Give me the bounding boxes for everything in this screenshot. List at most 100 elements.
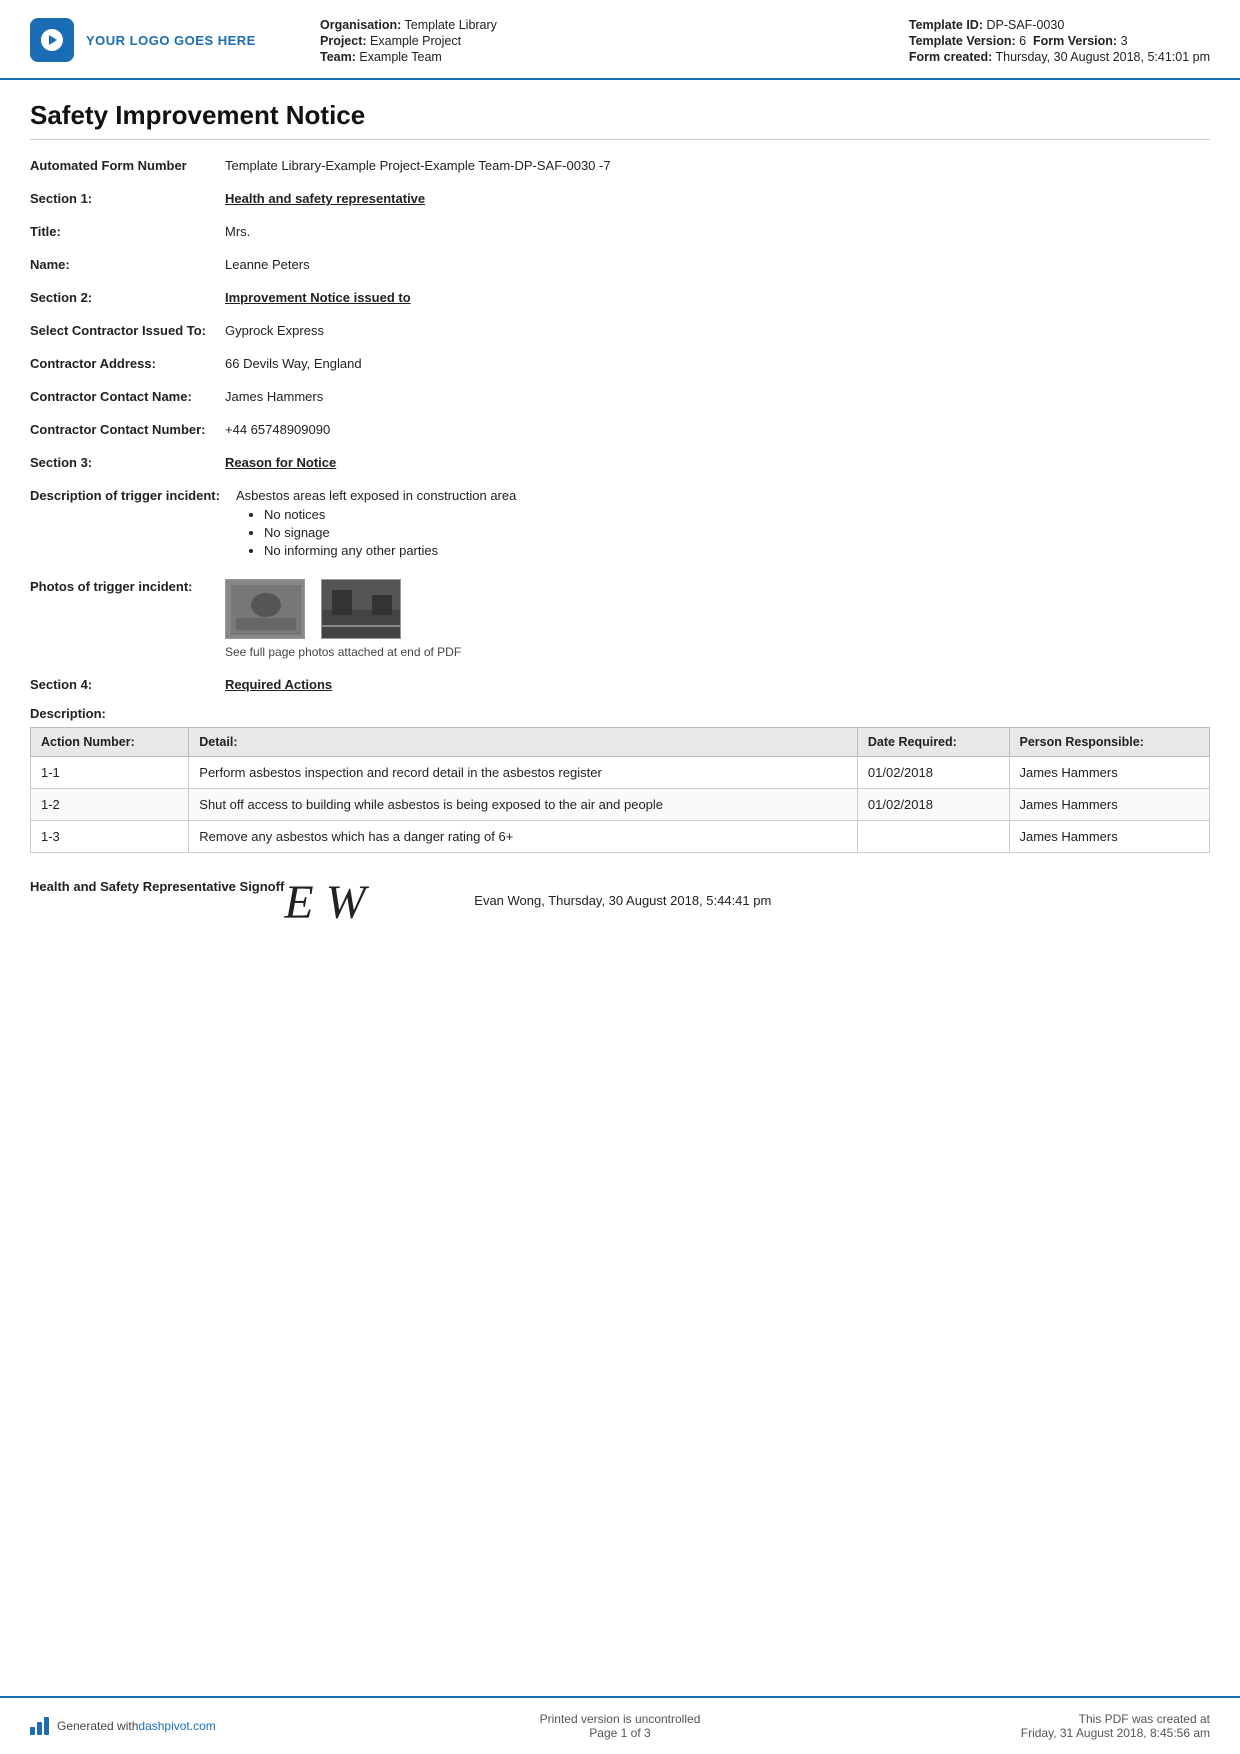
section3-label: Section 3: (30, 455, 225, 470)
description-value: Asbestos areas left exposed in construct… (236, 488, 516, 503)
header-meta: Organisation: Template Library Project: … (300, 18, 909, 66)
contractor-label: Select Contractor Issued To: (30, 323, 225, 338)
section2-heading: Improvement Notice issued to (225, 290, 1210, 305)
template-version-value: 6 (1019, 34, 1026, 48)
logo-text: YOUR LOGO GOES HERE (86, 33, 256, 48)
generated-text: Generated with (57, 1719, 138, 1733)
template-id-label: Template ID: (909, 18, 983, 32)
title-label: Title: (30, 224, 225, 239)
footer-left: Generated with dashpivot.com (30, 1717, 330, 1735)
contractor-value: Gyprock Express (225, 323, 1210, 338)
section4-label: Section 4: (30, 677, 225, 692)
name-row: Name: Leanne Peters (30, 253, 1210, 276)
bar1 (30, 1727, 35, 1735)
cell-date: 01/02/2018 (857, 789, 1009, 821)
cell-action: 1-2 (31, 789, 189, 821)
photos-label: Photos of trigger incident: (30, 579, 225, 594)
bar2 (37, 1722, 42, 1735)
photo-svg-1 (226, 580, 305, 639)
uncontrolled-text: Printed version is uncontrolled (330, 1712, 910, 1726)
footer-center: Printed version is uncontrolled Page 1 o… (330, 1712, 910, 1740)
name-value: Leanne Peters (225, 257, 1210, 272)
signoff-signature: E W (284, 879, 444, 927)
bullet-item: No notices (264, 507, 1210, 522)
cell-person: James Hammers (1009, 821, 1210, 853)
section1-row: Section 1: Health and safety representat… (30, 187, 1210, 210)
auto-form-value: Template Library-Example Project-Example… (225, 158, 1210, 173)
project-line: Project: Example Project (320, 34, 909, 48)
title-value: Mrs. (225, 224, 1210, 239)
cell-detail: Shut off access to building while asbest… (189, 789, 858, 821)
team-label: Team: (320, 50, 356, 64)
cell-action: 1-3 (31, 821, 189, 853)
footer-right: This PDF was created at Friday, 31 Augus… (910, 1712, 1210, 1740)
form-created-label: Form created: (909, 50, 992, 64)
col-action: Action Number: (31, 728, 189, 757)
signoff-label: Health and Safety Representative Signoff (30, 879, 284, 894)
contractor-row: Select Contractor Issued To: Gyprock Exp… (30, 319, 1210, 342)
table-row: 1-3 Remove any asbestos which has a dang… (31, 821, 1210, 853)
header-right: Template ID: DP-SAF-0030 Template Versio… (909, 18, 1210, 66)
actions-table: Action Number: Detail: Date Required: Pe… (30, 727, 1210, 853)
bullet-item: No signage (264, 525, 1210, 540)
logo-area: YOUR LOGO GOES HERE (30, 18, 300, 62)
table-row: 1-2 Shut off access to building while as… (31, 789, 1210, 821)
signoff-row: Health and Safety Representative Signoff… (30, 869, 1210, 937)
table-desc-label: Description: (30, 706, 1210, 721)
description-label: Description of trigger incident: (30, 488, 236, 503)
cell-date (857, 821, 1009, 853)
pdf-created-value: Friday, 31 August 2018, 8:45:56 am (910, 1726, 1210, 1740)
form-created-value: Thursday, 30 August 2018, 5:41:01 pm (996, 50, 1211, 64)
team-line: Team: Example Team (320, 50, 909, 64)
main-content: Safety Improvement Notice Automated Form… (0, 80, 1240, 1696)
bullet-item: No informing any other parties (264, 543, 1210, 558)
team-value: Example Team (359, 50, 441, 64)
photo-thumbs (225, 579, 1210, 639)
dashpivot-link[interactable]: dashpivot.com (138, 1719, 215, 1733)
col-date: Date Required: (857, 728, 1009, 757)
template-id-line: Template ID: DP-SAF-0030 (909, 18, 1210, 32)
contact-name-label: Contractor Contact Name: (30, 389, 225, 404)
section3-row: Section 3: Reason for Notice (30, 451, 1210, 474)
auto-form-row: Automated Form Number Template Library-E… (30, 154, 1210, 177)
cell-detail: Remove any asbestos which has a danger r… (189, 821, 858, 853)
org-value: Template Library (405, 18, 497, 32)
description-row: Description of trigger incident: Asbesto… (30, 484, 1210, 565)
contact-name-row: Contractor Contact Name: James Hammers (30, 385, 1210, 408)
col-detail: Detail: (189, 728, 858, 757)
footer: Generated with dashpivot.com Printed ver… (0, 1696, 1240, 1754)
template-version-label: Template Version: (909, 34, 1016, 48)
table-row: 1-1 Perform asbestos inspection and reco… (31, 757, 1210, 789)
org-label: Organisation: (320, 18, 401, 32)
photos-caption: See full page photos attached at end of … (225, 645, 1210, 659)
cell-date: 01/02/2018 (857, 757, 1009, 789)
photo-svg-2 (322, 580, 401, 639)
cell-detail: Perform asbestos inspection and record d… (189, 757, 858, 789)
logo-svg (38, 26, 66, 54)
section4-heading: Required Actions (225, 677, 1210, 692)
version-line: Template Version: 6 Form Version: 3 (909, 34, 1210, 48)
photos-row: Photos of trigger incident: (30, 575, 1210, 663)
project-value: Example Project (370, 34, 461, 48)
photo-thumbnail-2 (321, 579, 401, 639)
table-header-row: Action Number: Detail: Date Required: Pe… (31, 728, 1210, 757)
section1-label: Section 1: (30, 191, 225, 206)
auto-form-label: Automated Form Number (30, 158, 225, 173)
col-person: Person Responsible: (1009, 728, 1210, 757)
photo-thumbnail-1 (225, 579, 305, 639)
form-created-line: Form created: Thursday, 30 August 2018, … (909, 50, 1210, 64)
cell-action: 1-1 (31, 757, 189, 789)
org-line: Organisation: Template Library (320, 18, 909, 32)
bar-chart-icon (30, 1717, 49, 1735)
form-version-label: Form Version: (1033, 34, 1117, 48)
header: YOUR LOGO GOES HERE Organisation: Templa… (0, 0, 1240, 80)
address-value: 66 Devils Way, England (225, 356, 1210, 371)
page-label: Page 1 of 3 (330, 1726, 910, 1740)
contact-name-value: James Hammers (225, 389, 1210, 404)
section2-row: Section 2: Improvement Notice issued to (30, 286, 1210, 309)
title-row: Title: Mrs. (30, 220, 1210, 243)
cell-person: James Hammers (1009, 789, 1210, 821)
logo-icon (30, 18, 74, 62)
trigger-bullets: No notices No signage No informing any o… (236, 507, 1210, 558)
contact-number-row: Contractor Contact Number: +44 657489090… (30, 418, 1210, 441)
